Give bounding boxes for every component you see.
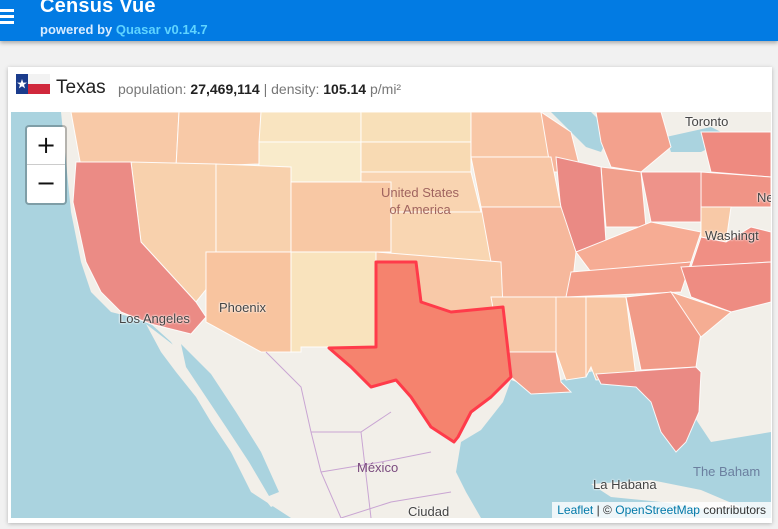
leaflet-link[interactable]: Leaflet (557, 503, 593, 517)
quasar-link[interactable]: Quasar v0.14.7 (116, 22, 208, 37)
label-mexico: México (357, 460, 399, 475)
label-usa: United States of America (381, 184, 459, 218)
stats-separator: | (263, 81, 268, 97)
label-usa-line2: of America (389, 202, 451, 217)
texas-flag-icon (16, 74, 50, 94)
menu-icon[interactable] (0, 7, 16, 25)
zoom-control: + − (25, 125, 67, 205)
population-value: 27,469,114 (190, 81, 260, 97)
label-toronto: Toronto (685, 114, 729, 129)
state-iowa (470, 156, 562, 208)
label-la-habana: La Habana (593, 477, 657, 492)
state-name: Texas (56, 77, 106, 98)
state-utah (215, 163, 292, 253)
zoom-out-button[interactable]: − (27, 165, 65, 202)
state-colorado (290, 181, 392, 253)
state-montana (258, 112, 362, 143)
app-subtitle: powered by Quasar v0.14.7 (40, 22, 208, 37)
osm-link[interactable]: OpenStreetMap (615, 503, 700, 517)
label-new-york: Ne (757, 190, 771, 205)
map-attribution: Leaflet | © OpenStreetMap contributors (552, 502, 771, 518)
state-ohio (640, 171, 702, 223)
state-idaho (175, 112, 262, 168)
density-value: 105.14 (323, 81, 367, 97)
subtitle-prefix: powered by (40, 22, 113, 37)
attribution-contributors: contributors (703, 503, 766, 517)
attribution-sep: | © (596, 503, 612, 517)
population-label: population: (118, 81, 187, 97)
app-header: Census Vue powered by Quasar v0.14.7 (0, 0, 778, 41)
state-florida (595, 366, 702, 453)
state-indiana (600, 166, 647, 228)
label-phoenix: Phoenix (219, 300, 266, 315)
label-ciudad: Ciudad (408, 504, 450, 518)
state-south-dakota (360, 141, 472, 173)
label-los-angeles: Los Angeles (119, 311, 190, 326)
state-stats: population: 27,469,114 | density: 105.14… (118, 81, 401, 97)
label-washington: Washingt (705, 228, 759, 243)
label-usa-line1: United States (381, 185, 460, 200)
state-minnesota (470, 112, 552, 158)
zoom-in-button[interactable]: + (27, 127, 65, 165)
app-title: Census Vue (40, 0, 156, 17)
state-oregon (70, 112, 180, 168)
card-header: Texas population: 27,469,114 | density: … (8, 67, 772, 111)
state-new-mexico (290, 251, 377, 353)
state-north-dakota (360, 112, 472, 143)
density-label: density: (271, 81, 320, 97)
state-card: Texas population: 27,469,114 | density: … (8, 67, 772, 523)
state-new-york (700, 131, 771, 178)
label-bahamas: The Baham (693, 464, 761, 479)
map[interactable]: United States of America Toronto Washing… (11, 112, 771, 518)
density-unit: p/mi² (369, 81, 402, 97)
